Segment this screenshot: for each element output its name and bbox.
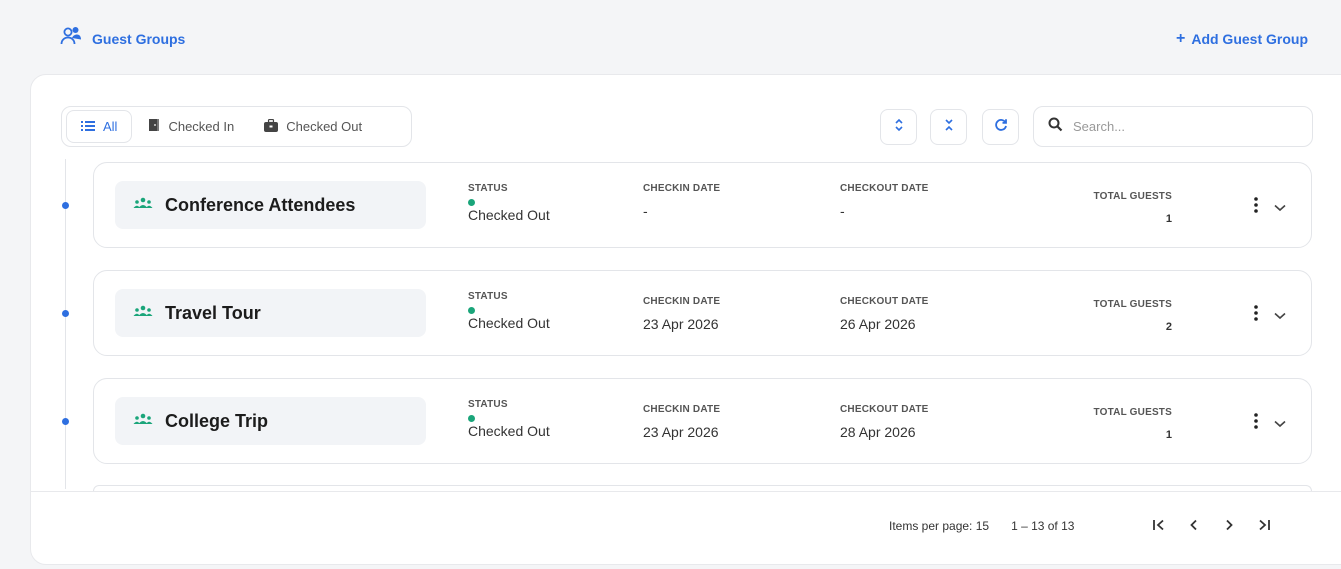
door-icon [148,118,160,135]
status-column: STATUS Checked Out [468,399,550,439]
search-input[interactable] [1073,119,1293,134]
plus-icon: + [1175,30,1186,47]
checkout-column: CHECKOUT DATE 26 Apr 2026 [840,296,929,332]
status-label: STATUS [468,183,508,194]
total-guests-label: TOTAL GUESTS [1093,299,1172,310]
chevron-right-icon [1224,518,1234,536]
group-name: College Trip [165,410,269,431]
filter-tab-checked-out[interactable]: Checked Out [250,110,376,143]
checkin-value: 23 Apr 2026 [643,424,719,440]
page-header: Guest Groups + Add Guest Group [0,0,1341,74]
timeline-dot [62,202,69,209]
footer-divider [31,491,1341,492]
checkout-value: - [840,203,845,219]
add-guest-group-button[interactable]: + Add Guest Group [1176,30,1308,48]
checkin-label: CHECKIN DATE [643,296,721,307]
status-dot [468,199,475,206]
status-label: STATUS [468,291,508,302]
checkout-label: CHECKOUT DATE [840,296,929,307]
group-icon [133,196,153,214]
search-icon [1048,117,1063,137]
collapse-icon [944,118,954,137]
filter-tab-label: Checked In [168,119,235,134]
group-icon [133,412,153,430]
page-range: 1 – 13 of 13 [1011,519,1075,533]
collapse-all-button[interactable] [930,109,967,145]
group-name-box: Travel Tour [115,289,426,337]
guest-groups-icon [60,26,82,51]
status-value: Checked Out [468,315,550,331]
group-row[interactable]: College Trip STATUS Checked Out CHECKIN … [93,378,1312,464]
filter-tab-checked-in[interactable]: Checked In [134,110,248,143]
checkout-value: 26 Apr 2026 [840,316,916,332]
status-column: STATUS Checked Out [468,291,550,331]
expand-icon [894,118,904,137]
refresh-button[interactable] [982,109,1019,145]
status-dot [468,415,475,422]
group-icon [133,304,153,322]
status-value: Checked Out [468,423,550,439]
checkout-label: CHECKOUT DATE [840,404,929,415]
more-options-icon[interactable] [1249,411,1263,431]
total-guests-value: 1 [1165,213,1172,225]
add-guest-group-label: Add Guest Group [1191,31,1308,47]
checkout-column: CHECKOUT DATE - [840,183,929,219]
checkin-value: 23 Apr 2026 [643,316,719,332]
guest-groups-card: All Checked In Checked Out Search... Con… [30,74,1341,565]
suitcase-icon [264,118,279,135]
checkin-column: CHECKIN DATE - [643,183,720,219]
next-page-button[interactable] [1217,515,1241,539]
group-row[interactable]: Travel Tour STATUS Checked Out CHECKIN D… [93,270,1312,356]
chevron-down-icon[interactable] [1274,307,1286,325]
status-value: Checked Out [468,207,550,223]
prev-page-button[interactable] [1182,515,1206,539]
checkin-column: CHECKIN DATE 23 Apr 2026 [643,296,720,332]
status-label: STATUS [468,399,508,410]
checkin-label: CHECKIN DATE [643,183,721,194]
refresh-icon [994,118,1008,137]
page-title-wrap: Guest Groups [60,26,185,51]
more-options-icon[interactable] [1249,195,1263,215]
list-icon [81,119,95,134]
group-name: Travel Tour [165,302,261,323]
more-options-icon[interactable] [1249,303,1263,323]
last-page-button[interactable] [1252,515,1276,539]
paginator: Items per page: 15 1 – 13 of 13 [889,519,1074,533]
checkin-label: CHECKIN DATE [643,404,721,415]
group-row[interactable]: Conference Attendees STATUS Checked Out … [93,162,1312,248]
total-guests-label: TOTAL GUESTS [1093,407,1172,418]
search-box[interactable] [1033,106,1313,147]
group-name: Conference Attendees [165,194,356,215]
expand-all-button[interactable] [880,109,917,145]
timeline-dot [62,310,69,317]
total-guests-label: TOTAL GUESTS [1093,191,1172,202]
checkout-column: CHECKOUT DATE 28 Apr 2026 [840,404,929,440]
filter-tab-label: All [103,119,118,134]
items-per-page[interactable]: Items per page: 15 [889,519,989,533]
chevron-down-icon[interactable] [1274,415,1286,433]
page-title: Guest Groups [92,30,186,47]
status-filter-bar: All Checked In Checked Out [61,106,412,147]
total-guests-column: TOTAL GUESTS 2 [1090,299,1172,333]
checkout-label: CHECKOUT DATE [840,183,929,194]
checkout-value: 28 Apr 2026 [840,424,916,440]
first-page-icon [1152,518,1166,536]
group-name-box: College Trip [115,397,426,445]
timeline-dot [62,418,69,425]
total-guests-column: TOTAL GUESTS 1 [1090,407,1172,441]
checkin-value: - [643,203,648,219]
last-page-icon [1257,518,1271,536]
checkin-column: CHECKIN DATE 23 Apr 2026 [643,404,720,440]
status-dot [468,307,475,314]
status-column: STATUS Checked Out [468,183,550,223]
filter-tab-all[interactable]: All [66,110,133,143]
total-guests-column: TOTAL GUESTS 1 [1090,191,1172,225]
total-guests-value: 1 [1165,429,1172,441]
group-name-box: Conference Attendees [115,181,426,229]
chevron-left-icon [1189,518,1199,536]
filter-tab-label: Checked Out [286,119,363,134]
total-guests-value: 2 [1165,321,1172,333]
first-page-button[interactable] [1147,515,1171,539]
chevron-down-icon[interactable] [1274,199,1286,217]
